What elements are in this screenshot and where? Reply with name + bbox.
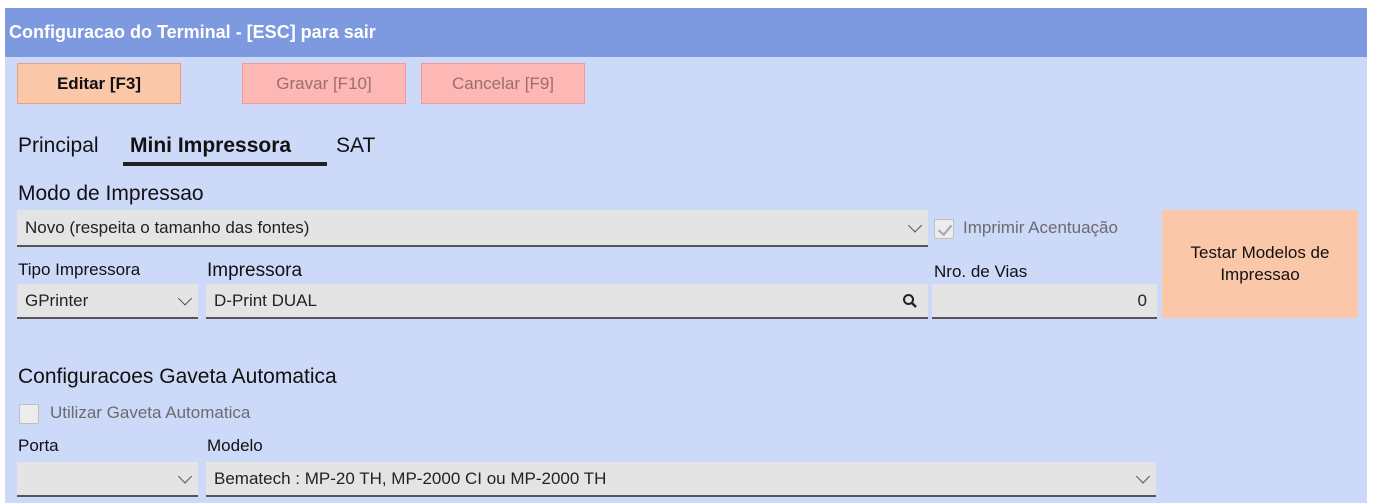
drawer-section-label: Configuracoes Gaveta Automatica [18, 365, 337, 388]
tab-principal[interactable]: Principal [18, 134, 99, 158]
printer-input[interactable]: D-Print DUAL [206, 284, 928, 319]
check-icon [937, 220, 953, 237]
save-button[interactable]: Gravar [F10] [242, 63, 406, 104]
chevron-down-icon [177, 468, 193, 484]
active-tab-indicator [123, 162, 327, 166]
print-mode-section-label: Modo de Impressao [18, 182, 204, 205]
printer-type-label: Tipo Impressora [18, 260, 141, 279]
accent-checkbox[interactable] [934, 219, 954, 239]
use-drawer-label: Utilizar Gaveta Automatica [50, 403, 251, 422]
model-select[interactable]: Bematech : MP-20 TH, MP-2000 CI ou MP-20… [206, 462, 1156, 497]
copies-label: Nro. de Vias [934, 262, 1028, 281]
tab-mini-impressora[interactable]: Mini Impressora [130, 134, 291, 158]
accent-checkbox-label: Imprimir Acentuação [963, 218, 1118, 237]
chevron-down-icon [1135, 468, 1151, 484]
copies-input[interactable]: 0 [932, 284, 1157, 319]
tab-sat[interactable]: SAT [336, 134, 375, 158]
printer-label: Impressora [207, 260, 303, 281]
search-icon[interactable] [902, 293, 918, 309]
model-label: Modelo [207, 436, 263, 455]
copies-value: 0 [1137, 290, 1147, 310]
chevron-down-icon [907, 217, 923, 233]
chevron-down-icon [177, 290, 193, 306]
edit-button[interactable]: Editar [F3] [17, 63, 181, 104]
port-select[interactable] [17, 462, 198, 497]
print-mode-select[interactable]: Novo (respeita o tamanho das fontes) [17, 210, 928, 247]
use-drawer-checkbox[interactable] [19, 404, 39, 424]
model-value: Bematech : MP-20 TH, MP-2000 CI ou MP-20… [214, 468, 607, 488]
printer-type-value: GPrinter [25, 290, 89, 310]
printer-value: D-Print DUAL [214, 290, 317, 310]
test-print-models-button[interactable]: Testar Modelos de Impressao [1162, 210, 1358, 318]
printer-type-select[interactable]: GPrinter [17, 284, 198, 319]
print-mode-value: Novo (respeita o tamanho das fontes) [25, 217, 310, 237]
window-title: Configuracao do Terminal - [ESC] para sa… [5, 8, 1367, 57]
port-label: Porta [18, 436, 59, 455]
cancel-button[interactable]: Cancelar [F9] [421, 63, 585, 104]
terminal-config-window: Configuracao do Terminal - [ESC] para sa… [5, 8, 1367, 503]
